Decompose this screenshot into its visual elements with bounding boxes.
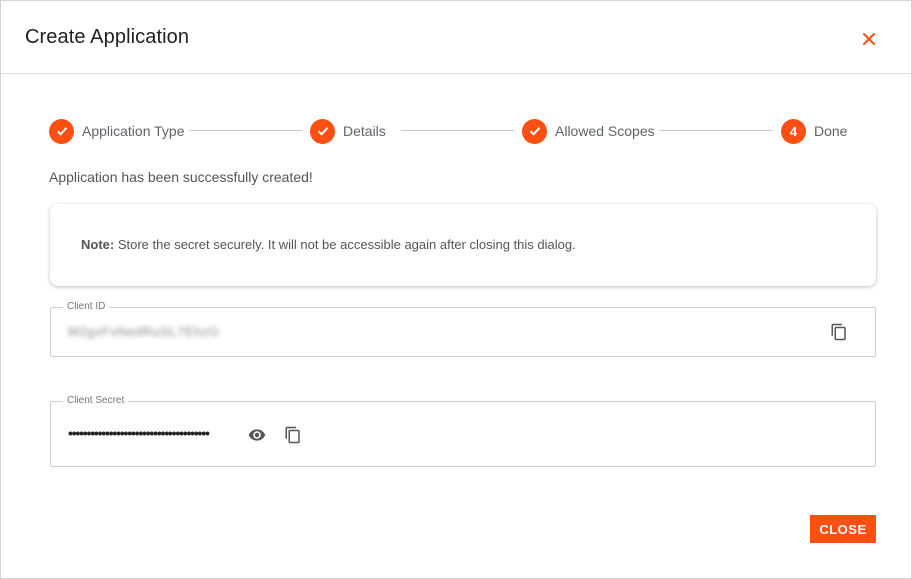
success-message: Application has been successfully create… — [49, 169, 313, 185]
copy-icon[interactable] — [284, 426, 302, 444]
check-icon — [310, 118, 335, 144]
note-prefix: Note: — [81, 237, 115, 252]
check-icon — [522, 118, 547, 144]
dialog-header: Create Application — [1, 1, 911, 74]
eye-icon[interactable] — [248, 426, 266, 444]
client-secret-field: Client Secret ••••••••••••••••••••••••••… — [50, 395, 876, 467]
create-application-dialog: Create Application Application Type Deta… — [0, 0, 912, 579]
step-label: Details — [343, 123, 386, 139]
client-secret-value[interactable]: •••••••••••••••••••••••••••••••••••••• — [68, 425, 210, 441]
close-icon[interactable] — [857, 27, 881, 51]
check-icon — [49, 118, 74, 144]
step-details: Details — [310, 118, 386, 144]
note-text: Note: Store the secret securely. It will… — [81, 237, 576, 252]
copy-icon[interactable] — [830, 323, 848, 341]
client-id-label: Client ID — [63, 301, 110, 313]
note-body: Store the secret securely. It will not b… — [114, 237, 576, 252]
step-allowed-scopes: Allowed Scopes — [522, 118, 655, 144]
stepper: Application Type Details Allowed Scopes … — [49, 118, 869, 144]
client-secret-label: Client Secret — [63, 395, 129, 407]
step-application-type: Application Type — [49, 118, 184, 144]
client-id-field: Client ID M2gxFvNedRuSL7EhzG — [50, 301, 876, 357]
step-done: 4 Done — [781, 118, 847, 144]
step-number: 4 — [781, 118, 806, 144]
step-connector — [659, 130, 773, 131]
step-connector — [189, 130, 302, 131]
dialog-title: Create Application — [25, 26, 190, 48]
client-id-value[interactable]: M2gxFvNedRuSL7EhzG — [68, 324, 219, 339]
step-label: Allowed Scopes — [555, 123, 655, 139]
step-label: Application Type — [82, 123, 185, 139]
note-card: Note: Store the secret securely. It will… — [50, 204, 876, 286]
close-button[interactable]: CLOSE — [810, 515, 876, 543]
step-connector — [401, 130, 514, 131]
step-label: Done — [814, 123, 848, 139]
